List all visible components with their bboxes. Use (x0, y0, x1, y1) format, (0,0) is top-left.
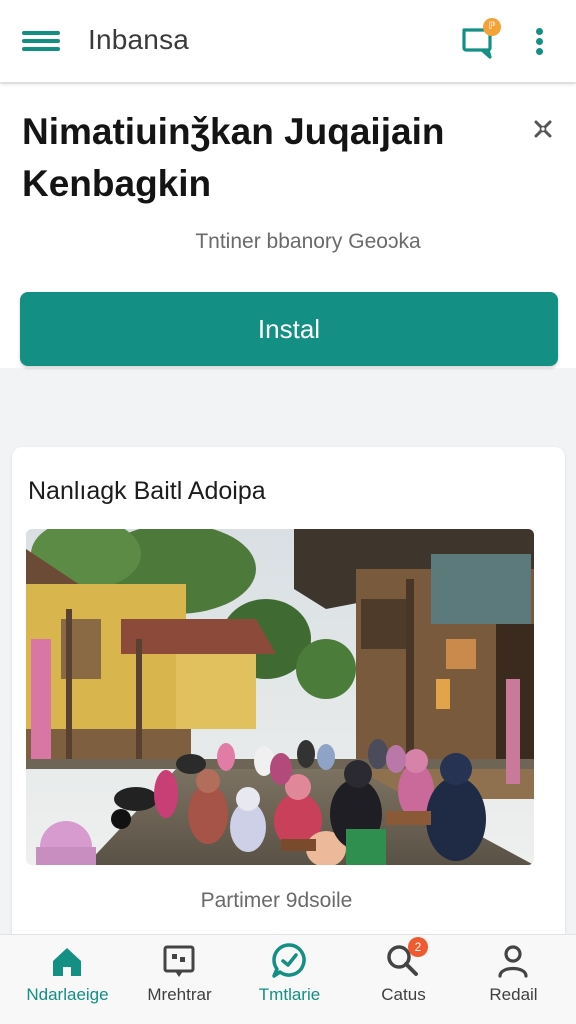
bottom-navigation: Ndarlaeige Mrehtrar Tmtlarie 2 Catus Red… (0, 934, 576, 1024)
nav-label-search: Catus (381, 985, 426, 1004)
chat-check-icon (272, 943, 306, 978)
profile-icon (498, 945, 528, 978)
nav-item-search[interactable]: 2 Catus (346, 935, 461, 1024)
chat-badge: ℙ (483, 18, 501, 36)
nav-item-gallery[interactable]: Mrehtrar (122, 935, 237, 1024)
photo-caption: Partimer 9dsoile (200, 889, 353, 912)
nav-label-gallery: Mrehtrar (147, 985, 212, 1004)
home-icon (53, 948, 81, 976)
card-title: Nanlıagk Baitl Adoipa (28, 477, 266, 505)
hamburger-menu-icon[interactable] (22, 28, 60, 54)
install-button[interactable]: Instal (20, 292, 558, 366)
nav-label-home: Ndarlaeige (26, 985, 109, 1004)
nav-item-profile[interactable]: Redail (456, 935, 571, 1024)
install-banner: Nimatiuinǯkan Juqaijain Kenbagkin Tntine… (0, 84, 576, 368)
village-photo[interactable] (26, 529, 534, 865)
app-bar: Inbansa ℙ (0, 0, 576, 82)
nav-item-messages[interactable]: Tmtlarie (232, 935, 347, 1024)
content-card: Nanlıagk Baitl Adoipa Partimer 9dsoile (12, 447, 565, 947)
image-frame-icon (163, 945, 195, 977)
search-badge: 2 (408, 937, 428, 957)
nav-item-home[interactable]: Ndarlaeige (10, 935, 125, 1024)
nav-label-profile: Redail (489, 985, 538, 1004)
nav-label-messages: Tmtlarie (258, 985, 321, 1004)
close-icon[interactable] (530, 116, 556, 142)
page-headline: Nimatiuinǯkan Juqaijain Kenbagkin (22, 111, 445, 204)
app-title: Inbansa (88, 24, 190, 55)
more-vertical-icon[interactable] (528, 24, 552, 60)
village-scene-image (26, 529, 534, 865)
chat-button[interactable]: ℙ (458, 18, 504, 64)
banner-subtitle: Tntiner bbanory Geoɔka (195, 230, 421, 253)
